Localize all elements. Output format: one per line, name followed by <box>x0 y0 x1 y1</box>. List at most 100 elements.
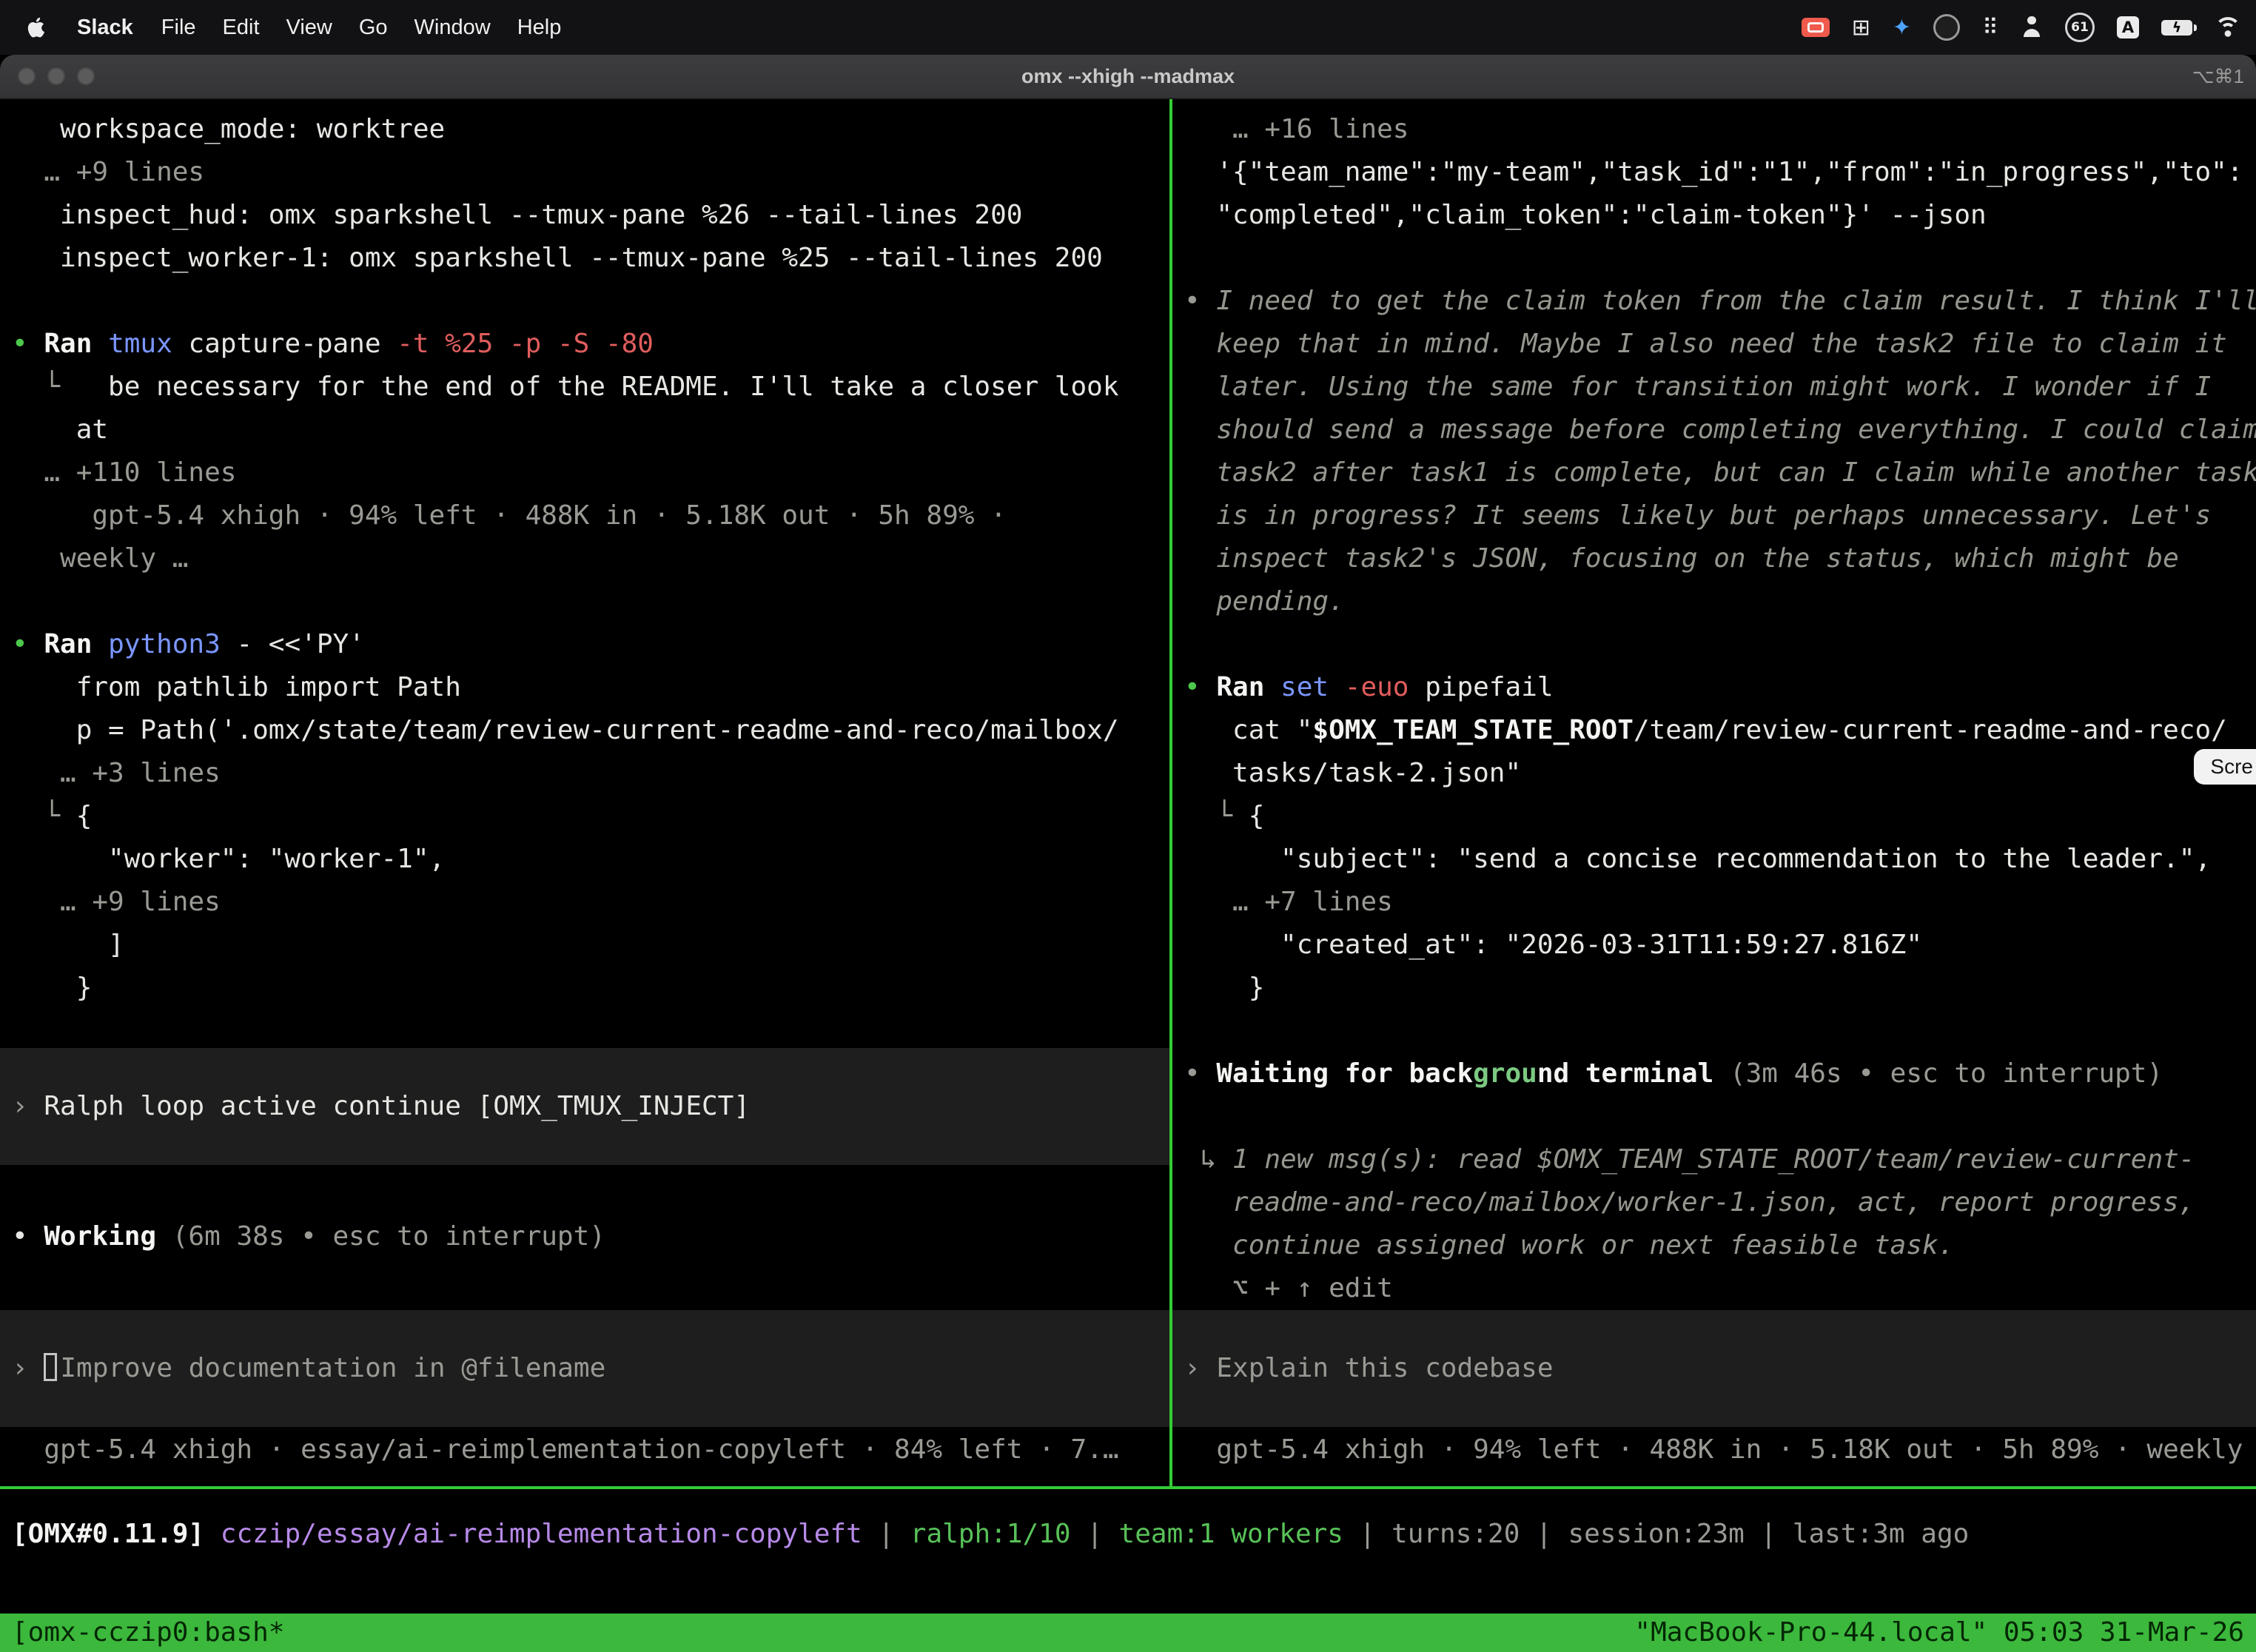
terminal-window: omx --xhigh --madmax ⌥⌘1 workspace_mode:… <box>0 55 2256 1652</box>
wifi-icon[interactable] <box>2215 17 2241 38</box>
terminal-line: is in progress? It seems likely but perh… <box>1172 494 2256 537</box>
terminal-line: └ { <box>0 795 1169 838</box>
terminal-line: › Improve documentation in @filename <box>0 1347 1169 1390</box>
blue-app-icon[interactable]: ✦ <box>1893 15 1911 41</box>
terminal-line: later. Using the same for transition mig… <box>1172 366 2256 409</box>
terminal-line: } <box>0 967 1169 1010</box>
battery-percent-badge[interactable]: 61 <box>2065 13 2095 42</box>
terminal-line: pending. <box>1172 580 2256 623</box>
terminal-line: • Ran set -euo pipefail <box>1172 666 2256 709</box>
screen-recording-indicator-icon[interactable] <box>1802 18 1830 37</box>
terminal-line: readme-and-reco/mailbox/worker-1.json, a… <box>1172 1181 2256 1224</box>
terminal-line: … +7 lines <box>1172 881 2256 924</box>
terminal-line: … +3 lines <box>0 752 1169 795</box>
terminal-line: … +9 lines <box>0 881 1169 924</box>
terminal-line: … +9 lines <box>0 151 1169 194</box>
terminal-line <box>1172 1095 2256 1138</box>
terminal-line: ↳ 1 new msg(s): read $OMX_TEAM_STATE_ROO… <box>1172 1138 2256 1181</box>
grid-icon[interactable]: ⊞ <box>1852 15 1870 41</box>
terminal-line: gpt-5.4 xhigh · essay/ai-reimplementatio… <box>0 1428 1169 1471</box>
terminal-line: at <box>0 409 1169 451</box>
window-title: omx --xhigh --madmax <box>0 55 2256 98</box>
terminal-line: • Ran tmux capture-pane -t %25 -p -S -80 <box>0 323 1169 366</box>
terminal-line: └ be necessary for the end of the README… <box>0 366 1169 409</box>
terminal-line: task2 after task1 is complete, but can I… <box>1172 451 2256 494</box>
menu-items: FileEditViewGoWindowHelp <box>148 16 575 40</box>
menu-window[interactable]: Window <box>401 16 504 40</box>
terminal-line: inspect_worker-1: omx sparkshell --tmux-… <box>0 237 1169 280</box>
menu-app-name[interactable]: Slack <box>62 16 148 40</box>
menu-go[interactable]: Go <box>346 16 401 40</box>
input-source-icon-label: A <box>2122 19 2134 36</box>
ralph-loop-banner: › Ralph loop active continue [OMX_TMUX_I… <box>0 1048 1169 1165</box>
window-title-bar[interactable]: omx --xhigh --madmax ⌥⌘1 <box>0 55 2256 99</box>
tmux-session-label[interactable]: [omx-cczip0:bash* <box>12 1614 284 1652</box>
terminal-line: from pathlib import Path <box>0 666 1169 709</box>
terminal-line: } <box>1172 967 2256 1010</box>
terminal-line: keep that in mind. Maybe I also need the… <box>1172 323 2256 366</box>
terminal-block: workspace_mode: worktree … +9 lines insp… <box>0 108 1169 1010</box>
terminal-line: "completed","claim_token":"claim-token"}… <box>1172 194 2256 237</box>
terminal-line: • I need to get the claim token from the… <box>1172 280 2256 323</box>
left-terminal-pane[interactable]: workspace_mode: worktree … +9 lines insp… <box>0 99 1169 1486</box>
macos-menu-bar: Slack FileEditViewGoWindowHelp ⊞ ✦ ⠿ 61 A <box>0 0 2256 55</box>
dots-grid-icon[interactable]: ⠿ <box>1982 15 1998 41</box>
terminal-line: ] <box>0 924 1169 967</box>
terminal-line: ⌥ + ↑ edit <box>1172 1267 2256 1310</box>
terminal-line: gpt-5.4 xhigh · 94% left · 488K in · 5.1… <box>1172 1428 2256 1471</box>
terminal-line <box>0 580 1169 623</box>
tmux-panes: workspace_mode: worktree … +9 lines insp… <box>0 99 2256 1486</box>
window-shortcut-hint: ⌥⌘1 <box>2192 55 2244 98</box>
terminal-line: should send a message before completing … <box>1172 409 2256 451</box>
terminal-line: workspace_mode: worktree <box>0 108 1169 151</box>
terminal-line: '{"team_name":"my-team","task_id":"1","f… <box>1172 151 2256 194</box>
terminal-line: › Explain this codebase <box>1172 1347 2256 1390</box>
terminal-line: cat "$OMX_TEAM_STATE_ROOT/team/review-cu… <box>1172 709 2256 752</box>
battery-percent-badge-label: 61 <box>2071 20 2089 35</box>
terminal-line: "subject": "send a concise recommendatio… <box>1172 838 2256 881</box>
terminal-line: gpt-5.4 xhigh · 94% left · 488K in · 5.1… <box>0 494 1169 537</box>
terminal-block: gpt-5.4 xhigh · 94% left · 488K in · 5.1… <box>1172 1428 2256 1471</box>
tmux-host-clock: "MacBook-Pro-44.local" 05:03 31-Mar-26 <box>1634 1614 2244 1652</box>
terminal-line: • Ran python3 - <<'PY' <box>0 623 1169 666</box>
right-terminal-pane[interactable]: … +16 lines '{"team_name":"my-team","tas… <box>1172 99 2256 1486</box>
terminal-line: • Working (6m 38s • esc to interrupt) <box>0 1215 1169 1258</box>
input-source-icon[interactable]: A <box>2117 16 2139 38</box>
menu-view[interactable]: View <box>273 16 346 40</box>
apple-menu[interactable] <box>24 15 62 40</box>
terminal-block: gpt-5.4 xhigh · essay/ai-reimplementatio… <box>0 1428 1169 1471</box>
screen-edge-tooltip: Scre <box>2194 749 2256 785</box>
terminal-line: inspect_hud: omx sparkshell --tmux-pane … <box>0 194 1169 237</box>
terminal-line: continue assigned work or next feasible … <box>1172 1224 2256 1267</box>
menu-file[interactable]: File <box>148 16 209 40</box>
person-icon[interactable] <box>2021 16 2043 38</box>
terminal-line <box>1172 623 2256 666</box>
menu-help[interactable]: Help <box>504 16 575 40</box>
terminal-line: tasks/task-2.json" <box>1172 752 2256 795</box>
terminal-line <box>0 280 1169 323</box>
terminal-block: • Working (6m 38s • esc to interrupt) <box>0 1215 1169 1258</box>
menu-bar-left: Slack FileEditViewGoWindowHelp <box>0 15 574 40</box>
prompt-input[interactable]: › Improve documentation in @filename <box>0 1310 1169 1427</box>
terminal-line: p = Path('.omx/state/team/review-current… <box>0 709 1169 752</box>
apple-icon <box>27 15 47 40</box>
dark-app-icon[interactable] <box>1933 14 1960 41</box>
terminal-line: "worker": "worker-1", <box>0 838 1169 881</box>
battery-icon[interactable] <box>2161 20 2192 36</box>
terminal-line: › Ralph loop active continue [OMX_TMUX_I… <box>0 1085 1169 1128</box>
terminal-line: inspect task2's JSON, focusing on the st… <box>1172 537 2256 580</box>
menu-edit[interactable]: Edit <box>209 16 273 40</box>
terminal-line: weekly … <box>0 537 1169 580</box>
screen: Slack FileEditViewGoWindowHelp ⊞ ✦ ⠿ 61 A om… <box>0 0 2256 1652</box>
prompt-suggestion[interactable]: › Explain this codebase <box>1172 1310 2256 1427</box>
terminal-line: • Waiting for background terminal (3m 46… <box>1172 1052 2256 1095</box>
status-icons: ⊞ ✦ ⠿ 61 A <box>1802 13 2256 42</box>
terminal-line: … +16 lines <box>1172 108 2256 151</box>
terminal-line: └ { <box>1172 795 2256 838</box>
omx-status-line: [OMX#0.11.9] cczip/essay/ai-reimplementa… <box>0 1489 2256 1556</box>
tmux-status-bar: [omx-cczip0:bash* "MacBook-Pro-44.local"… <box>0 1614 2256 1652</box>
terminal-line: … +110 lines <box>0 451 1169 494</box>
terminal-block: … +16 lines '{"team_name":"my-team","tas… <box>1172 108 2256 1310</box>
terminal-line <box>1172 237 2256 280</box>
tmux-terminal: workspace_mode: worktree … +9 lines insp… <box>0 99 2256 1652</box>
